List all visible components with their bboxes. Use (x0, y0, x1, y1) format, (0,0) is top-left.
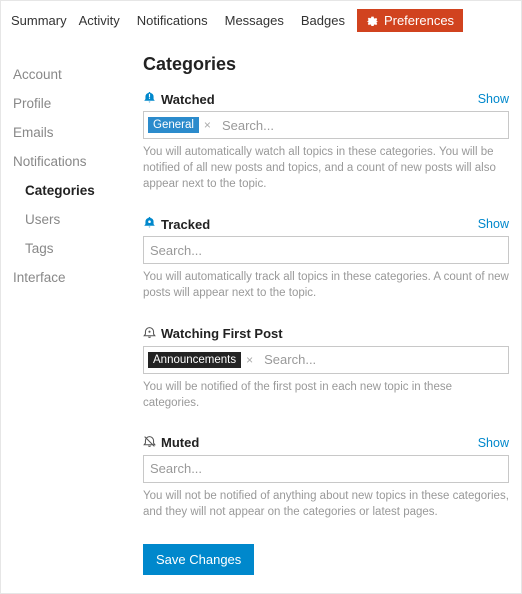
tracked-input[interactable] (143, 236, 509, 264)
tab-label: Preferences (384, 13, 454, 28)
tracked-section: Tracked Show You will automatically trac… (143, 216, 509, 301)
watched-input[interactable]: General × (143, 111, 509, 139)
watched-search-input[interactable] (220, 116, 504, 135)
save-button[interactable]: Save Changes (143, 544, 254, 575)
sidebar-item-tags[interactable]: Tags (13, 234, 131, 263)
sidebar-item-categories[interactable]: Categories (13, 176, 131, 205)
watching-first-help: You will be notified of the first post i… (143, 379, 509, 411)
tab-label: Notifications (137, 13, 208, 28)
muted-search-input[interactable] (148, 459, 504, 478)
watched-section: Watched Show General × You will automati… (143, 91, 509, 192)
bell-dot-icon (143, 326, 156, 342)
sidebar-item-notifications[interactable]: Notifications (13, 147, 131, 176)
bell-exclaim-icon (143, 91, 156, 107)
muted-section: Muted Show You will not be notified of a… (143, 435, 509, 520)
tracked-label: Tracked (143, 216, 210, 232)
sidebar-item-users[interactable]: Users (13, 205, 131, 234)
sidebar-item-emails[interactable]: Emails (13, 118, 131, 147)
tab-label: Activity (79, 13, 120, 28)
watched-help: You will automatically watch all topics … (143, 144, 509, 192)
watched-show-link[interactable]: Show (478, 92, 509, 106)
watching-first-input[interactable]: Announcements × (143, 346, 509, 374)
muted-show-link[interactable]: Show (478, 436, 509, 450)
watching-first-section: Watching First Post Announcements × You … (143, 326, 509, 411)
chip-remove-icon[interactable]: × (241, 353, 258, 367)
gear-icon (366, 13, 379, 28)
sidebar-item-profile[interactable]: Profile (13, 89, 131, 118)
bell-icon (143, 216, 156, 232)
bell-slash-icon (143, 435, 156, 451)
tracked-help: You will automatically track all topics … (143, 269, 509, 301)
tab-summary[interactable]: Summary (11, 13, 67, 28)
preferences-sidebar: Account Profile Emails Notifications Cat… (13, 48, 131, 575)
tab-label: Messages (225, 13, 284, 28)
muted-label: Muted (143, 435, 199, 451)
tab-label: Summary (11, 13, 67, 28)
tab-activity[interactable]: Activity (79, 13, 120, 28)
tracked-search-input[interactable] (148, 241, 504, 260)
chip-announcements: Announcements × (148, 352, 258, 368)
main-content: Categories Watched Show General × (131, 48, 509, 575)
muted-help: You will not be notified of anything abo… (143, 488, 509, 520)
tab-messages[interactable]: Messages (220, 13, 284, 28)
tab-notifications[interactable]: Notifications (132, 13, 208, 28)
tab-preferences[interactable]: Preferences (357, 9, 463, 32)
top-tabs: Summary Activity Notifications Messages … (1, 1, 521, 38)
chip-remove-icon[interactable]: × (199, 118, 216, 132)
watched-label: Watched (143, 91, 215, 107)
tab-label: Badges (301, 13, 345, 28)
tracked-show-link[interactable]: Show (478, 217, 509, 231)
chip-general: General × (148, 117, 216, 133)
page-title: Categories (143, 54, 509, 75)
sidebar-item-interface[interactable]: Interface (13, 263, 131, 292)
tab-badges[interactable]: Badges (296, 13, 345, 28)
watching-first-search-input[interactable] (262, 350, 504, 369)
watching-first-label: Watching First Post (143, 326, 283, 342)
muted-input[interactable] (143, 455, 509, 483)
sidebar-item-account[interactable]: Account (13, 60, 131, 89)
